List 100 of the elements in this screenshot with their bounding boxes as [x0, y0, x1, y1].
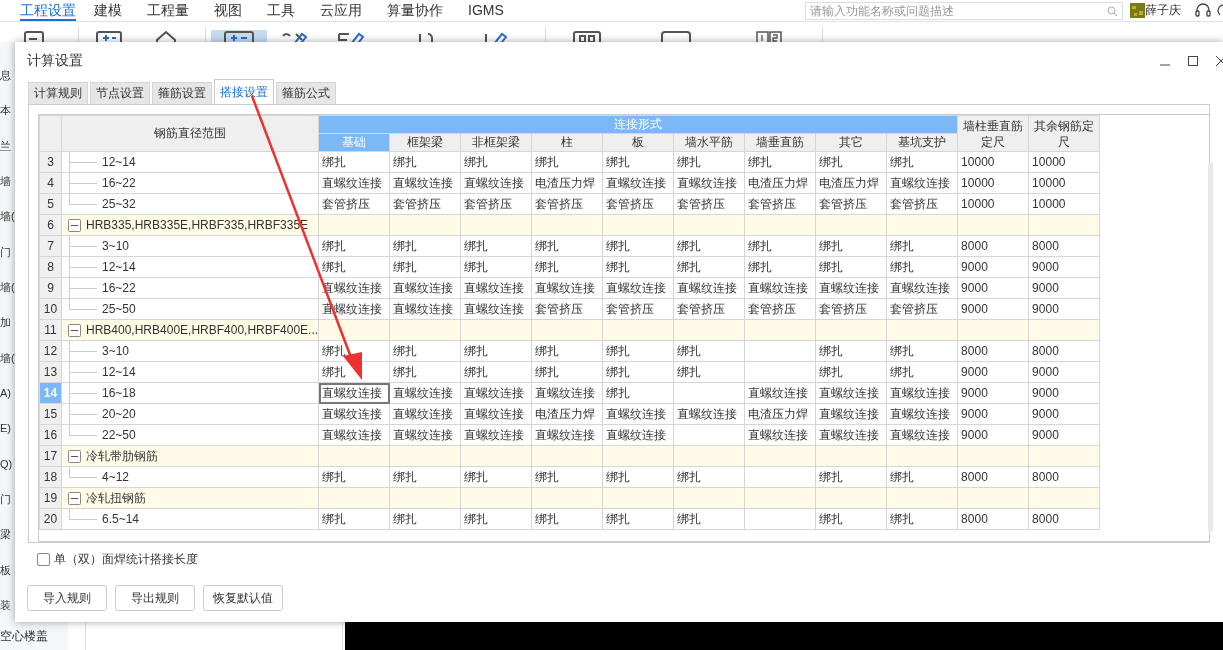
group-label[interactable]: 冷轧扭钢筋	[86, 489, 146, 507]
table-cell[interactable]: 直螺纹连接	[815, 424, 887, 446]
table-cell[interactable]: 绑扎	[602, 382, 674, 404]
table-cell[interactable]: 电渣压力焊	[531, 172, 603, 194]
table-cell[interactable]: 绑扎	[531, 361, 603, 383]
table-cell[interactable]: 绑扎	[673, 508, 745, 530]
scrollbar[interactable]	[1208, 162, 1213, 532]
table-cell[interactable]: 9000	[1028, 277, 1100, 299]
sidebar-item[interactable]: 门	[0, 491, 11, 506]
table-cell[interactable]: 绑扎	[602, 508, 674, 530]
table-cell[interactable]: 直螺纹连接	[460, 403, 532, 425]
table-cell[interactable]: 绑扎	[318, 466, 390, 488]
table-cell[interactable]: 绑扎	[389, 340, 461, 362]
table-cell[interactable]: 套管挤压	[602, 298, 674, 320]
table-cell[interactable]: 绑扎	[673, 466, 745, 488]
tab[interactable]: 计算规则	[28, 82, 88, 104]
table-cell[interactable]: 套管挤压	[531, 298, 603, 320]
table-cell[interactable]: 绑扎	[815, 151, 887, 173]
table-cell[interactable]: 绑扎	[531, 151, 603, 173]
table-cell[interactable]: 绑扎	[886, 235, 958, 257]
row-number[interactable]: 11	[39, 319, 62, 341]
table-cell[interactable]: 直螺纹连接	[815, 382, 887, 404]
table-cell[interactable]: 9000	[1028, 256, 1100, 278]
dialog-button[interactable]: 导出规则	[115, 585, 195, 611]
table-cell[interactable]: 绑扎	[460, 340, 532, 362]
menu-tab[interactable]: 云应用	[320, 0, 373, 21]
table-cell[interactable]: 绑扎	[318, 235, 390, 257]
table-cell[interactable]: 10000	[957, 151, 1029, 173]
table-cell[interactable]: 绑扎	[815, 361, 887, 383]
row-number[interactable]: 13	[39, 361, 62, 383]
table-cell[interactable]: 直螺纹连接	[886, 382, 958, 404]
table-cell[interactable]: 电渣压力焊	[815, 172, 887, 194]
table-cell[interactable]: 绑扎	[460, 256, 532, 278]
table-cell[interactable]: 绑扎	[602, 256, 674, 278]
table-cell[interactable]: 直螺纹连接	[531, 424, 603, 446]
table-cell[interactable]: 直螺纹连接	[318, 172, 390, 194]
table-cell[interactable]: 绑扎	[886, 340, 958, 362]
table-cell[interactable]: 绑扎	[602, 340, 674, 362]
table-cell[interactable]: 9000	[957, 403, 1029, 425]
table-cell[interactable]: 绑扎	[460, 508, 532, 530]
table-cell[interactable]: 绑扎	[744, 256, 816, 278]
sidebar-item[interactable]: 梁	[0, 527, 11, 542]
table-cell[interactable]: 10000	[957, 193, 1029, 215]
table-cell[interactable]: 套管挤压	[318, 193, 390, 215]
table-cell[interactable]: 绑扎	[815, 256, 887, 278]
table-cell[interactable]: 绑扎	[602, 235, 674, 257]
table-cell[interactable]: 绑扎	[389, 235, 461, 257]
table-cell[interactable]: 套管挤压	[815, 298, 887, 320]
sidebar-item[interactable]: 板	[0, 562, 11, 577]
row-number[interactable]: 15	[39, 403, 62, 425]
table-cell[interactable]: 套管挤压	[886, 193, 958, 215]
table-cell[interactable]: 电渣压力焊	[744, 403, 816, 425]
row-number[interactable]: 5	[39, 193, 62, 215]
table-cell[interactable]: 10000	[1028, 193, 1100, 215]
table-cell[interactable]: 9000	[957, 298, 1029, 320]
table-cell[interactable]: 直螺纹连接	[744, 277, 816, 299]
table-cell[interactable]: 直螺纹连接	[886, 424, 958, 446]
table-cell[interactable]: 绑扎	[815, 508, 887, 530]
table-cell[interactable]: 直螺纹连接	[886, 172, 958, 194]
table-cell[interactable]: 绑扎	[886, 466, 958, 488]
table-cell[interactable]: 绑扎	[744, 235, 816, 257]
tab[interactable]: 搭接设置	[214, 79, 274, 104]
sidebar-item[interactable]: 息	[0, 68, 11, 82]
table-cell[interactable]: 10000	[1028, 172, 1100, 194]
row-number[interactable]: 4	[39, 172, 62, 194]
table-cell[interactable]: 绑扎	[673, 151, 745, 173]
table-cell[interactable]: 直螺纹连接	[744, 382, 816, 404]
maximize-icon[interactable]	[1187, 55, 1199, 67]
table-cell[interactable]: 9000	[1028, 424, 1100, 446]
table-cell[interactable]: 套管挤压	[744, 298, 816, 320]
table-cell[interactable]: 10000	[1028, 151, 1100, 173]
sidebar-item[interactable]: A)	[0, 385, 11, 400]
table-cell[interactable]: 9000	[1028, 298, 1100, 320]
table-cell[interactable]: 电渣压力焊	[744, 172, 816, 194]
table-cell[interactable]: 直螺纹连接	[531, 382, 603, 404]
table-cell[interactable]: 8000	[1028, 235, 1100, 257]
table-cell[interactable]: 绑扎	[815, 466, 887, 488]
tab[interactable]: 箍筋设置	[152, 82, 212, 104]
table-cell[interactable]: 绑扎	[673, 361, 745, 383]
table-cell[interactable]: 9000	[957, 277, 1029, 299]
table-cell[interactable]: 直螺纹连接	[673, 403, 745, 425]
collapse-icon[interactable]	[68, 491, 81, 505]
row-number[interactable]: 12	[39, 340, 62, 362]
sidebar-item[interactable]: 墙(	[0, 279, 15, 294]
table-cell[interactable]: 套管挤压	[531, 193, 603, 215]
table-cell[interactable]: 直螺纹连接	[460, 277, 532, 299]
table-cell[interactable]: 绑扎	[389, 466, 461, 488]
table-cell[interactable]: 直螺纹连接	[602, 172, 674, 194]
table-cell[interactable]: 直螺纹连接	[602, 277, 674, 299]
headset-icon[interactable]	[1195, 3, 1211, 18]
table-cell[interactable]: 直螺纹连接	[815, 403, 887, 425]
dialog-button[interactable]: 恢复默认值	[203, 585, 283, 611]
table-cell[interactable]: 直螺纹连接	[673, 172, 745, 194]
row-number[interactable]: 18	[39, 466, 62, 488]
checkbox[interactable]	[37, 553, 50, 566]
sidebar-item[interactable]: 门	[0, 244, 11, 259]
table-cell[interactable]: 绑扎	[602, 361, 674, 383]
table-cell[interactable]: 绑扎	[602, 151, 674, 173]
table-cell[interactable]: 绑扎	[318, 508, 390, 530]
table-cell[interactable]: 直螺纹连接	[389, 172, 461, 194]
